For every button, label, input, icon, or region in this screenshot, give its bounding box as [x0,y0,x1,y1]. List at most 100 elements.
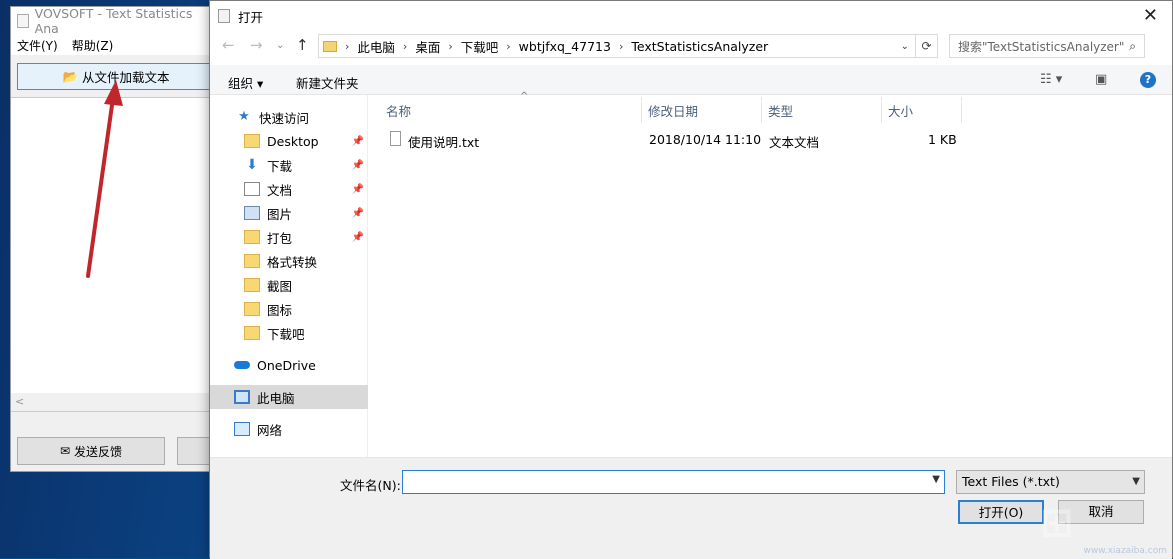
nav-item-icons[interactable]: 图标 [210,297,368,321]
nav-label: 格式转换 [267,254,318,270]
network-icon [234,422,250,436]
search-input[interactable]: 搜索"TextStatisticsAnalyzer" ⌕ [949,34,1145,58]
folder-icon [244,230,260,244]
feedback-label: 发送反馈 [74,444,123,459]
column-size[interactable]: 大小 [882,97,962,123]
app-title: VOVSOFT - Text Statistics Ana [34,6,193,36]
chevron-right-icon: › [618,39,624,53]
nav-item-pack[interactable]: 打包 📌 [210,225,368,249]
nav-label: 网络 [257,422,283,438]
load-from-file-button[interactable]: 📂 从文件加载文本 [17,63,215,90]
chevron-down-icon[interactable]: ⌄ [901,41,909,52]
nav-label: 文档 [267,182,293,198]
folder-icon [244,254,260,268]
nav-label: 快速访问 [259,110,310,126]
chevron-right-icon: › [402,39,408,53]
filename-input[interactable]: ▼ [402,470,945,494]
nav-item-desktop[interactable]: Desktop 📌 [210,129,368,153]
watermark-logo: ⊞ [1040,500,1076,546]
pin-icon: 📌 [351,135,364,147]
nav-item-screenshots[interactable]: 截图 [210,273,368,297]
computer-icon [234,390,250,404]
nav-item-pictures[interactable]: 图片 📌 [210,201,368,225]
nav-label: OneDrive [257,357,316,373]
column-name[interactable]: ^ 名称 [380,91,642,123]
breadcrumb-this-pc[interactable]: 此电脑 [357,37,395,56]
star-icon: ★ [238,109,250,124]
nav-label: 图标 [267,302,293,318]
folder-icon [323,40,337,52]
address-bar[interactable]: › 此电脑 › 桌面 › 下载吧 › wbtjfxq_47713 › TextS… [318,34,916,58]
forward-arrow-icon[interactable]: → [250,36,263,54]
download-arrow-icon: ⬇ [246,157,258,173]
chevron-down-icon: ▼ [1132,476,1140,487]
send-feedback-button[interactable]: ✉ 发送反馈 [17,437,165,465]
app-icon [17,14,29,28]
nav-network[interactable]: 网络 [210,417,368,441]
view-options-icon[interactable]: ☷ ▾ [1040,72,1062,87]
help-icon[interactable]: ? [1140,72,1156,88]
filename-label: 文件名(N): [340,478,401,493]
scroll-left-arrow[interactable]: < [15,395,24,408]
up-arrow-icon[interactable]: ↑ [296,36,309,54]
breadcrumb-desktop[interactable]: 桌面 [415,37,440,56]
nav-item-downloads[interactable]: ⬇ 下载 📌 [210,153,368,177]
nav-label: 下载吧 [267,326,305,342]
chevron-down-icon[interactable]: ▼ [932,474,940,485]
command-toolbar: 组织 ▾ 新建文件夹 ☷ ▾ ▣ ? [210,65,1172,95]
nav-label: 截图 [267,278,293,294]
envelope-icon: ✉ [59,444,71,458]
column-label: 类型 [768,103,794,119]
breadcrumb-current[interactable]: TextStatisticsAnalyzer [631,39,768,54]
preview-pane-icon[interactable]: ▣ [1095,72,1107,87]
filetype-select[interactable]: Text Files (*.txt) ▼ [956,470,1145,494]
app-menubar: 文件(Y) 帮助(Z) [11,35,214,55]
file-name: 使用说明.txt [408,135,480,150]
folder-icon [244,134,260,148]
nav-quick-access[interactable]: ★ 快速访问 [210,105,368,129]
text-area[interactable] [11,97,216,412]
nav-item-format-convert[interactable]: 格式转换 [210,249,368,273]
pin-icon: 📌 [351,207,364,219]
column-type[interactable]: 类型 [762,97,882,123]
document-icon [244,182,260,196]
search-icon: ⌕ [1129,39,1136,53]
breadcrumb-folder[interactable]: wbtjfxq_47713 [519,39,611,54]
nav-item-documents[interactable]: 文档 📌 [210,177,368,201]
column-modified[interactable]: 修改日期 [642,97,762,123]
open-button[interactable]: 打开(O) [958,500,1044,524]
pin-icon: 📌 [351,159,364,171]
refresh-icon[interactable]: ⟳ [916,34,938,58]
dialog-title: 打开 [238,9,264,25]
filetype-value: Text Files (*.txt) [962,474,1060,489]
nav-this-pc[interactable]: 此电脑 [210,385,368,409]
dialog-icon [218,9,230,23]
menu-help[interactable]: 帮助(Z) [72,37,114,54]
chevron-right-icon: › [345,39,350,53]
nav-onedrive[interactable]: OneDrive [210,353,368,377]
navigation-bar: ← → ⌄ ↑ › 此电脑 › 桌面 › 下载吧 › wbtjfxq_47713… [210,31,1172,61]
file-list: ^ 名称 修改日期 类型 大小 使用说明.txt 2018/10/14 11:1… [370,91,1170,457]
organize-menu[interactable]: 组织 ▾ [228,73,263,92]
pin-icon: 📌 [351,231,364,243]
nav-label: 下载 [267,158,293,174]
navigation-pane: ★ 快速访问 Desktop 📌 ⬇ 下载 📌 文档 📌 图片 📌 打包 📌 格… [210,95,368,457]
column-label: 名称 [386,103,412,119]
file-row[interactable]: 使用说明.txt 2018/10/14 11:10 文本文档 1 KB [388,129,988,151]
new-folder-button[interactable]: 新建文件夹 [296,73,359,92]
column-label: 大小 [888,103,914,119]
load-button-label: 从文件加载文本 [82,70,170,85]
sort-up-icon: ^ [520,91,529,102]
menu-file[interactable]: 文件(Y) [17,37,58,54]
dialog-footer: 文件名(N): ▼ Text Files (*.txt) ▼ 打开(O) 取消 [210,457,1172,559]
back-arrow-icon[interactable]: ← [222,36,235,54]
nav-item-xiazaiba[interactable]: 下载吧 [210,321,368,345]
text-file-icon [390,131,401,146]
nav-label: 打包 [267,230,293,246]
folder-icon [244,278,260,292]
close-icon[interactable]: ✕ [1143,5,1158,26]
folder-icon [244,302,260,316]
breadcrumb-downloads[interactable]: 下载吧 [461,37,499,56]
horizontal-scrollbar[interactable]: < [11,393,216,411]
recent-locations-icon[interactable]: ⌄ [276,40,284,51]
